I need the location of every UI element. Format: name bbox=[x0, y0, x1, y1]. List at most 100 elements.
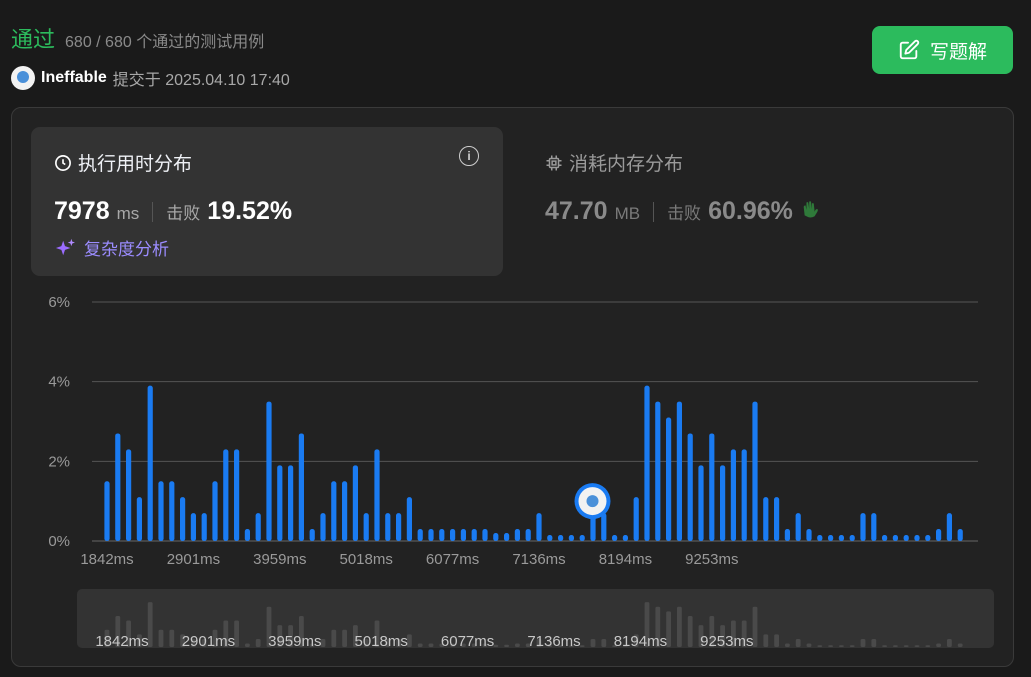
mini-bar bbox=[893, 645, 898, 647]
mini-bar bbox=[169, 629, 175, 647]
bar bbox=[838, 535, 844, 541]
user-avatar-detail bbox=[586, 495, 599, 508]
bar bbox=[158, 481, 164, 541]
bar bbox=[136, 497, 142, 541]
bar bbox=[666, 417, 672, 541]
x-tick-label: 1842ms bbox=[80, 551, 133, 568]
bar bbox=[752, 401, 758, 541]
bar bbox=[644, 385, 650, 541]
x-tick-label: 3959ms bbox=[253, 551, 306, 568]
bar bbox=[957, 529, 963, 541]
bar bbox=[936, 529, 942, 541]
runtime-distribution-chart[interactable]: 0% 2% 4% 6% 1842ms 2901ms 3959ms 5018ms 6077ms 71… bbox=[12, 108, 1013, 666]
mini-bar bbox=[936, 643, 941, 647]
submission-header: 通过 680 / 680 个通过的测试用例 Ineffable 提交于 2025… bbox=[11, 22, 290, 90]
x-tick-label: 7136ms bbox=[512, 551, 565, 568]
bar bbox=[201, 513, 207, 541]
bar bbox=[687, 433, 693, 541]
bar bbox=[709, 433, 715, 541]
write-solution-label: 写题解 bbox=[929, 41, 987, 63]
bar bbox=[126, 449, 132, 541]
bar bbox=[579, 535, 585, 541]
bar bbox=[439, 529, 445, 541]
x-tick-label: 6077ms bbox=[426, 551, 479, 568]
bar bbox=[352, 465, 358, 541]
bar bbox=[741, 449, 747, 541]
bar bbox=[288, 465, 294, 541]
x-tick-label: 8194ms bbox=[599, 551, 652, 568]
bar bbox=[493, 533, 499, 541]
bar bbox=[892, 535, 898, 541]
bar bbox=[860, 513, 866, 541]
bar bbox=[612, 535, 618, 541]
bar bbox=[255, 513, 261, 541]
mini-bar bbox=[925, 645, 931, 647]
bar bbox=[828, 535, 834, 541]
mini-bar bbox=[903, 645, 909, 647]
mini-x-tick-label: 8194ms bbox=[614, 633, 667, 650]
mini-bar bbox=[806, 643, 812, 647]
x-tick-label: 2901ms bbox=[167, 551, 220, 568]
bar bbox=[849, 535, 855, 541]
username-link[interactable]: Ineffable bbox=[41, 69, 107, 87]
bar bbox=[795, 513, 801, 541]
mini-bar bbox=[795, 638, 801, 647]
bar bbox=[417, 529, 423, 541]
bar bbox=[504, 533, 510, 541]
bar bbox=[190, 513, 196, 541]
bar bbox=[428, 529, 434, 541]
avatar[interactable] bbox=[11, 66, 35, 90]
mini-bar bbox=[774, 634, 779, 647]
bar bbox=[946, 513, 952, 541]
mini-bar bbox=[590, 638, 596, 647]
bar bbox=[568, 535, 574, 541]
bar bbox=[882, 535, 888, 541]
performance-card: 执行用时分布 i 7978 ms 击败 19.52% 复杂度分析 消耗内存分布 … bbox=[11, 107, 1014, 667]
bar bbox=[914, 535, 920, 541]
y-tick-label: 0% bbox=[48, 533, 70, 550]
mini-bar bbox=[957, 643, 963, 647]
bar bbox=[925, 535, 931, 541]
bar bbox=[212, 481, 218, 541]
bar bbox=[244, 529, 250, 541]
bar bbox=[115, 433, 121, 541]
mini-x-tick-label: 9253ms bbox=[700, 633, 753, 650]
bar bbox=[266, 401, 272, 541]
bar bbox=[309, 529, 315, 541]
mini-x-tick-label: 1842ms bbox=[95, 633, 148, 650]
bar bbox=[396, 513, 402, 541]
bar bbox=[169, 481, 175, 541]
write-solution-button[interactable]: 写题解 bbox=[872, 26, 1013, 74]
mini-bar bbox=[428, 643, 434, 647]
mini-x-tick-label: 3959ms bbox=[268, 633, 321, 650]
mini-bar bbox=[687, 615, 693, 647]
mini-x-tick-label: 7136ms bbox=[527, 633, 580, 650]
y-tick-label: 6% bbox=[48, 294, 70, 311]
mini-x-tick-label: 5018ms bbox=[355, 633, 408, 650]
bar bbox=[482, 529, 488, 541]
bar bbox=[633, 497, 639, 541]
bar bbox=[558, 535, 564, 541]
submitter-row: Ineffable 提交于 2025.04.10 17:40 bbox=[11, 66, 290, 90]
mini-bar bbox=[860, 638, 866, 647]
bar bbox=[298, 433, 304, 541]
bar bbox=[460, 529, 466, 541]
mini-x-tick-label: 6077ms bbox=[441, 633, 494, 650]
status-pass-label: 通过 bbox=[11, 27, 56, 52]
bar bbox=[320, 513, 326, 541]
bar bbox=[374, 449, 380, 541]
bar bbox=[277, 465, 283, 541]
mini-bar bbox=[882, 645, 887, 647]
y-tick-label: 2% bbox=[48, 453, 70, 470]
bar bbox=[514, 529, 520, 541]
bar bbox=[720, 465, 726, 541]
bar bbox=[450, 529, 456, 541]
mini-bar bbox=[158, 629, 164, 647]
bar bbox=[104, 481, 110, 541]
bar bbox=[406, 497, 412, 541]
x-tick-label: 9253ms bbox=[685, 551, 738, 568]
bar bbox=[622, 535, 628, 541]
mini-bar bbox=[677, 606, 682, 647]
testcase-count: 680 / 680 个通过的测试用例 bbox=[65, 34, 265, 51]
mini-bar bbox=[871, 638, 877, 647]
